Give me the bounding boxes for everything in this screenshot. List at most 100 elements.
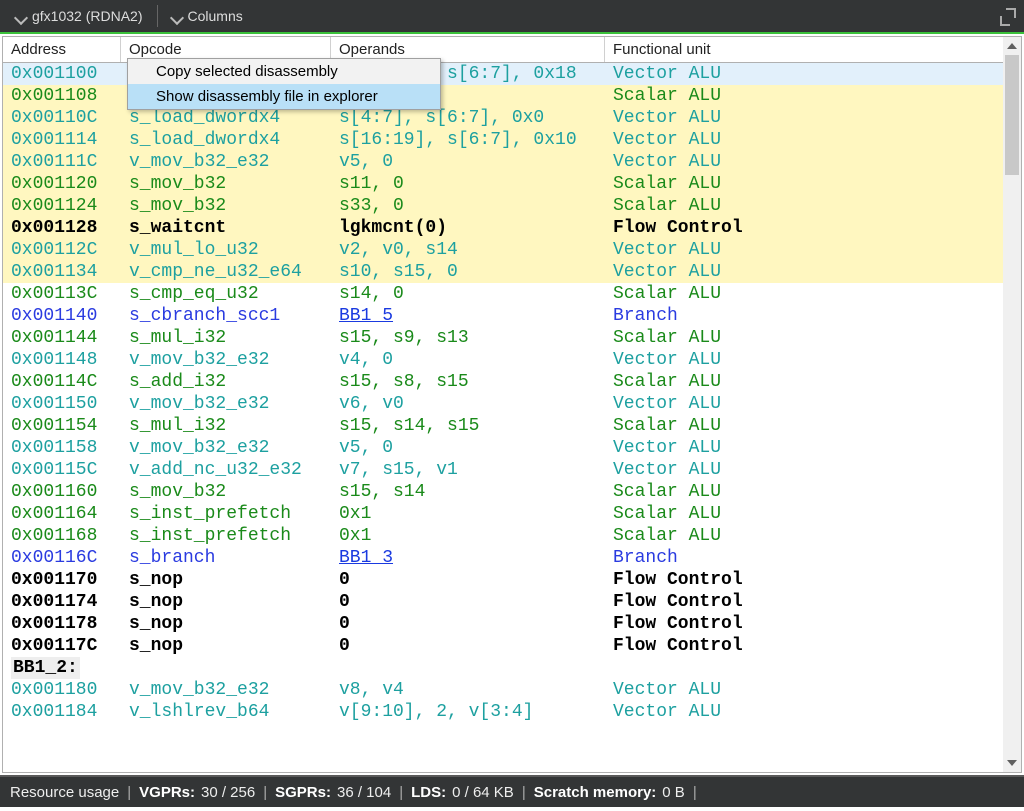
scroll-down-button[interactable]	[1003, 754, 1021, 772]
table-row[interactable]: 0x001114s_load_dwordx4s[16:19], s[6:7], …	[3, 129, 1021, 151]
table-row[interactable]: 0x001140s_cbranch_scc1BB1_5Branch	[3, 305, 1021, 327]
cell-address: 0x001128	[3, 217, 121, 239]
context-menu: Copy selected disassembly Show disassemb…	[127, 58, 441, 110]
cell-functional-unit: Vector ALU	[605, 459, 1021, 481]
cell-opcode	[121, 657, 331, 679]
table-row[interactable]: 0x001144s_mul_i32s15, s9, s13Scalar ALU	[3, 327, 1021, 349]
separator: |	[261, 784, 269, 801]
cell-functional-unit: Scalar ALU	[605, 85, 1021, 107]
table-row[interactable]: 0x001134v_cmp_ne_u32_e64s10, s15, 0Vecto…	[3, 261, 1021, 283]
vertical-scrollbar[interactable]	[1003, 37, 1021, 772]
cell-functional-unit: Vector ALU	[605, 437, 1021, 459]
cell-address: 0x00114C	[3, 371, 121, 393]
table-row[interactable]: 0x001160s_mov_b32s15, s14Scalar ALU	[3, 481, 1021, 503]
cell-address: 0x001148	[3, 349, 121, 371]
cell-address: 0x00110C	[3, 107, 121, 129]
table-row[interactable]: 0x001184v_lshlrev_b64v[9:10], 2, v[3:4]V…	[3, 701, 1021, 723]
target-dropdown[interactable]: gfx1032 (RDNA2)	[8, 4, 151, 28]
table-row[interactable]: 0x001154s_mul_i32s15, s14, s15Scalar ALU	[3, 415, 1021, 437]
table-row[interactable]: 0x00110Cs_load_dwordx4s[4:7], s[6:7], 0x…	[3, 107, 1021, 129]
rows-container: 0x001100s_load_dwordx4s[12:15], s[6:7], …	[3, 63, 1021, 723]
cell-functional-unit: Scalar ALU	[605, 415, 1021, 437]
cell-operands: v[9:10], 2, v[3:4]	[331, 701, 605, 723]
cell-functional-unit: Scalar ALU	[605, 195, 1021, 217]
cell-address: 0x001170	[3, 569, 121, 591]
cell-opcode: v_lshlrev_b64	[121, 701, 331, 723]
cell-opcode: v_mov_b32_e32	[121, 349, 331, 371]
table-row[interactable]: BB1_2:	[3, 657, 1021, 679]
separator: |	[125, 784, 133, 801]
table-row[interactable]: 0x001164s_inst_prefetch0x1Scalar ALU	[3, 503, 1021, 525]
menu-copy-disassembly[interactable]: Copy selected disassembly	[128, 59, 440, 84]
cell-address: 0x001178	[3, 613, 121, 635]
cell-operands: v6, v0	[331, 393, 605, 415]
separator: |	[397, 784, 405, 801]
table-row[interactable]: 0x001148v_mov_b32_e32v4, 0Vector ALU	[3, 349, 1021, 371]
cell-opcode: v_cmp_ne_u32_e64	[121, 261, 331, 283]
sgprs-label: SGPRs:	[275, 784, 331, 801]
cell-operands: s15, s14, s15	[331, 415, 605, 437]
table-row[interactable]: 0x001170s_nop0Flow Control	[3, 569, 1021, 591]
scroll-up-button[interactable]	[1003, 37, 1021, 55]
cell-address: 0x001100	[3, 63, 121, 85]
table-row[interactable]: 0x00115Cv_add_nc_u32_e32v7, s15, v1Vecto…	[3, 459, 1021, 481]
cell-operands: s[4:7], s[6:7], 0x0	[331, 107, 605, 129]
table-row[interactable]: 0x001174s_nop0Flow Control	[3, 591, 1021, 613]
table-row[interactable]: 0x001180v_mov_b32_e32v8, v4Vector ALU	[3, 679, 1021, 701]
table-row[interactable]: 0x00116Cs_branchBB1_3Branch	[3, 547, 1021, 569]
cell-opcode: v_mul_lo_u32	[121, 239, 331, 261]
cell-address: 0x001114	[3, 129, 121, 151]
separator	[157, 5, 158, 27]
cell-address: 0x001140	[3, 305, 121, 327]
table-row[interactable]: 0x00113Cs_cmp_eq_u32s14, 0Scalar ALU	[3, 283, 1021, 305]
cell-opcode: s_nop	[121, 613, 331, 635]
cell-address: 0x001124	[3, 195, 121, 217]
cell-operands: 0	[331, 591, 605, 613]
menu-show-in-explorer[interactable]: Show disassembly file in explorer	[128, 84, 440, 109]
cell-opcode: s_add_i32	[121, 371, 331, 393]
cell-operands[interactable]: BB1_3	[331, 547, 605, 569]
cell-operands[interactable]: BB1_5	[331, 305, 605, 327]
cell-opcode: s_mov_b32	[121, 173, 331, 195]
table-row[interactable]: 0x001120s_mov_b32s11, 0Scalar ALU	[3, 173, 1021, 195]
cell-functional-unit: Scalar ALU	[605, 283, 1021, 305]
scroll-thumb[interactable]	[1005, 55, 1019, 175]
chevron-down-icon	[172, 11, 182, 21]
table-row[interactable]: 0x001124s_mov_b32s33, 0Scalar ALU	[3, 195, 1021, 217]
cell-opcode: v_mov_b32_e32	[121, 393, 331, 415]
cell-functional-unit: Flow Control	[605, 217, 1021, 239]
cell-opcode: s_load_dwordx4	[121, 107, 331, 129]
table-row[interactable]: 0x00117Cs_nop0Flow Control	[3, 635, 1021, 657]
cell-opcode: v_mov_b32_e32	[121, 437, 331, 459]
cell-opcode: s_inst_prefetch	[121, 503, 331, 525]
cell-opcode: v_mov_b32_e32	[121, 151, 331, 173]
table-row[interactable]: 0x00112Cv_mul_lo_u32v2, v0, s14Vector AL…	[3, 239, 1021, 261]
cell-operands: 0	[331, 569, 605, 591]
cell-opcode: s_inst_prefetch	[121, 525, 331, 547]
cell-address: 0x001158	[3, 437, 121, 459]
table-row[interactable]: 0x001150v_mov_b32_e32v6, v0Vector ALU	[3, 393, 1021, 415]
table-row[interactable]: 0x001158v_mov_b32_e32v5, 0Vector ALU	[3, 437, 1021, 459]
cell-address: 0x001168	[3, 525, 121, 547]
table-row[interactable]: 0x001168s_inst_prefetch0x1Scalar ALU	[3, 525, 1021, 547]
header-functional-unit[interactable]: Functional unit	[605, 37, 1021, 62]
cell-functional-unit: Flow Control	[605, 569, 1021, 591]
columns-dropdown[interactable]: Columns	[164, 4, 251, 28]
cell-opcode: s_branch	[121, 547, 331, 569]
table-row[interactable]: 0x00111Cv_mov_b32_e32v5, 0Vector ALU	[3, 151, 1021, 173]
vgprs-label: VGPRs:	[139, 784, 195, 801]
table-row[interactable]: 0x001128s_waitcntlgkmcnt(0)Flow Control	[3, 217, 1021, 239]
expand-icon[interactable]	[1000, 8, 1016, 24]
cell-operands: s15, s14	[331, 481, 605, 503]
cell-address: 0x00115C	[3, 459, 121, 481]
cell-address: 0x001174	[3, 591, 121, 613]
cell-functional-unit: Vector ALU	[605, 107, 1021, 129]
cell-functional-unit: Vector ALU	[605, 393, 1021, 415]
resource-usage-label: Resource usage	[10, 784, 119, 801]
header-address[interactable]: Address	[3, 37, 121, 62]
table-row[interactable]: 0x00114Cs_add_i32s15, s8, s15Scalar ALU	[3, 371, 1021, 393]
table-row[interactable]: 0x001178s_nop0Flow Control	[3, 613, 1021, 635]
cell-opcode: s_mul_i32	[121, 327, 331, 349]
cell-address: 0x00113C	[3, 283, 121, 305]
cell-functional-unit: Vector ALU	[605, 261, 1021, 283]
